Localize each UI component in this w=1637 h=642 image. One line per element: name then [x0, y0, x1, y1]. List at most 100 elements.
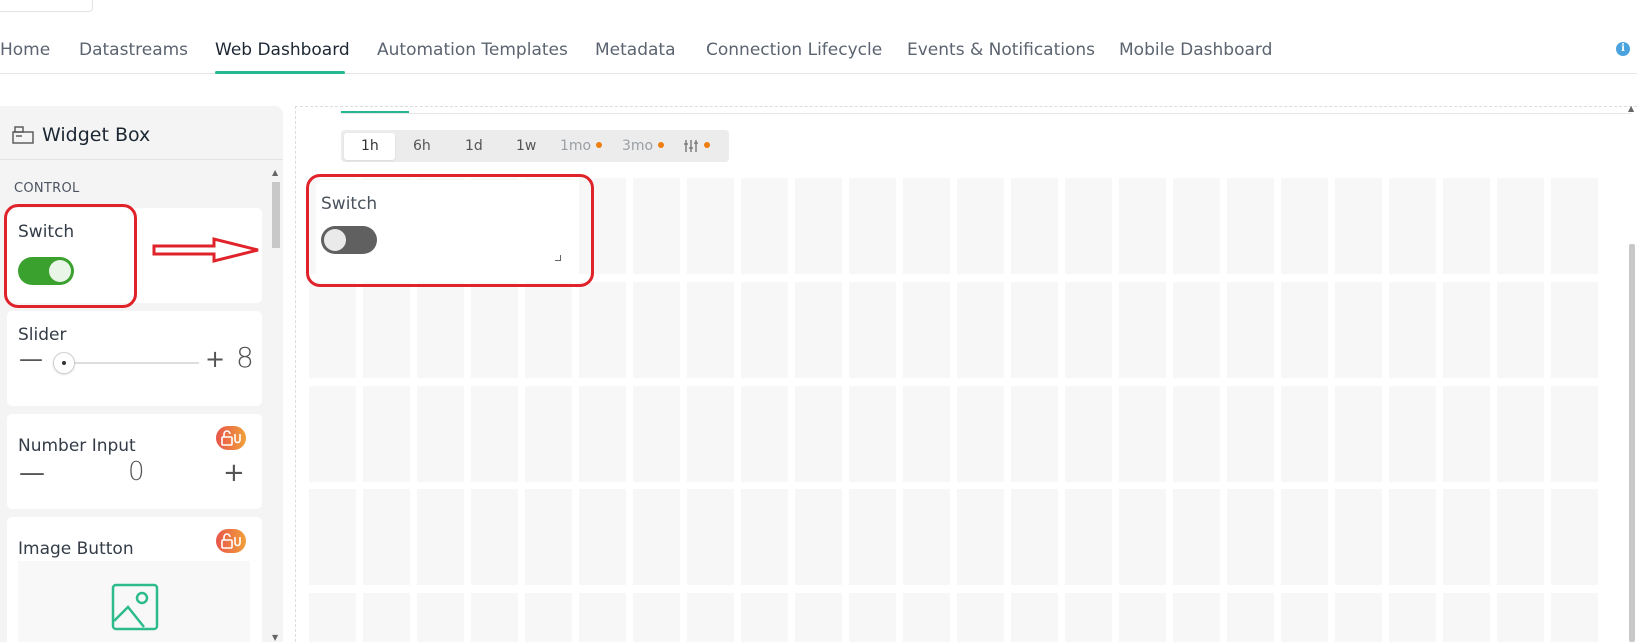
grid-cell: [903, 489, 950, 585]
grid-cell: [1065, 593, 1112, 642]
canvas-active-tab-indicator: [341, 111, 409, 113]
tab-metadata[interactable]: Metadata: [595, 40, 676, 60]
grid-cell: [1227, 593, 1274, 642]
grid-cell: [633, 178, 680, 274]
grid-cell: [1389, 178, 1436, 274]
grid-cell: [849, 282, 896, 378]
grid-cell: [309, 489, 356, 585]
info-icon[interactable]: i: [1616, 42, 1630, 56]
grid-cell: [849, 178, 896, 274]
premium-dot-icon: [704, 142, 710, 148]
grid-cell: [417, 593, 464, 642]
tab-events-notifications[interactable]: Events & Notifications: [907, 40, 1095, 60]
grid-cell: [1443, 282, 1490, 378]
scroll-up-icon[interactable]: ▲: [1628, 104, 1634, 113]
grid-cell: [1497, 593, 1544, 642]
grid-cell: [849, 386, 896, 482]
grid-cell: [1335, 178, 1382, 274]
grid-cell: [1065, 282, 1112, 378]
annotation-highlight-target: [306, 174, 594, 287]
grid-cell: [1011, 593, 1058, 642]
tab-mobile-dashboard[interactable]: Mobile Dashboard: [1119, 40, 1272, 60]
image-icon: [111, 583, 159, 631]
grid-cell: [741, 282, 788, 378]
widget-box-title: Widget Box: [42, 124, 151, 146]
grid-cell: [417, 386, 464, 482]
time-range-1h[interactable]: 1h: [361, 138, 379, 154]
tab-automation-templates[interactable]: Automation Templates: [377, 40, 568, 60]
grid-cell: [471, 282, 518, 378]
slider-minus-icon: —: [19, 345, 43, 373]
grid-cell: [741, 489, 788, 585]
time-range-1mo[interactable]: 1mo: [560, 138, 603, 154]
grid-cell: [957, 593, 1004, 642]
custom-range-icon[interactable]: [683, 138, 710, 154]
page-scrollbar[interactable]: ▲: [1627, 104, 1637, 642]
grid-cell: [1335, 386, 1382, 482]
grid-cell: [1443, 593, 1490, 642]
widget-card-slider[interactable]: Slider — + 8: [7, 311, 262, 406]
widget-box-scrollbar[interactable]: ▲ ▼: [271, 168, 281, 642]
grid-cell: [525, 489, 572, 585]
grid-cell: [687, 593, 734, 642]
premium-lock-icon: [216, 426, 246, 450]
grid-cell: [849, 593, 896, 642]
grid-cell: [849, 489, 896, 585]
time-range-1d[interactable]: 1d: [465, 138, 483, 154]
tab-web-dashboard[interactable]: Web Dashboard: [215, 40, 350, 60]
grid-cell: [741, 593, 788, 642]
grid-cell: [579, 489, 626, 585]
grid-cell: [903, 178, 950, 274]
tab-connection-lifecycle[interactable]: Connection Lifecycle: [706, 40, 882, 60]
grid-cell: [1227, 489, 1274, 585]
section-label-control: CONTROL: [14, 181, 80, 196]
grid-cell: [633, 386, 680, 482]
grid-cell: [579, 386, 626, 482]
top-panel-edge: [0, 0, 93, 12]
grid-cell: [903, 282, 950, 378]
page-scroll-thumb[interactable]: [1629, 244, 1635, 642]
grid-cell: [1173, 282, 1220, 378]
grid-cell: [795, 489, 842, 585]
grid-cell: [1443, 178, 1490, 274]
grid-cell: [1335, 489, 1382, 585]
grid-cell: [1119, 178, 1166, 274]
grid-cell: [525, 593, 572, 642]
template-tabs: Home Datastreams Web Dashboard Automatio…: [0, 26, 1637, 74]
tab-home[interactable]: Home: [0, 40, 50, 60]
grid-cell: [1119, 489, 1166, 585]
grid-cell: [1389, 386, 1436, 482]
active-tab-indicator: [215, 71, 345, 74]
widget-box-icon: [12, 126, 34, 144]
scroll-up-icon[interactable]: ▲: [272, 168, 278, 177]
time-range-6h[interactable]: 6h: [413, 138, 431, 154]
grid-cell: [633, 593, 680, 642]
number-input-value: 0: [128, 457, 145, 487]
grid-cell: [1443, 489, 1490, 585]
grid-cell: [1119, 593, 1166, 642]
grid-cell: [1011, 178, 1058, 274]
grid-cell: [1011, 282, 1058, 378]
grid-cell: [417, 489, 464, 585]
widget-card-image-button[interactable]: Image Button: [7, 517, 262, 642]
slider-knob: [53, 352, 75, 374]
time-range-1w[interactable]: 1w: [516, 138, 536, 154]
grid-cell: [309, 282, 356, 378]
tab-datastreams[interactable]: Datastreams: [79, 40, 188, 60]
grid-cell: [1443, 386, 1490, 482]
scroll-thumb[interactable]: [272, 182, 280, 248]
grid-cell: [1389, 593, 1436, 642]
grid-cell: [1119, 282, 1166, 378]
time-range-3mo[interactable]: 3mo: [622, 138, 665, 154]
scroll-down-icon[interactable]: ▼: [272, 633, 278, 642]
grid-cell: [1551, 593, 1598, 642]
grid-cell: [1065, 178, 1112, 274]
number-plus-icon: +: [223, 458, 245, 488]
grid-cell: [309, 386, 356, 482]
grid-cell: [957, 178, 1004, 274]
widget-label-number-input: Number Input: [18, 436, 136, 456]
grid-cell: [1551, 282, 1598, 378]
grid-cell: [795, 593, 842, 642]
widget-card-number-input[interactable]: Number Input — 0 +: [7, 414, 262, 509]
widget-label-slider: Slider: [18, 325, 67, 345]
